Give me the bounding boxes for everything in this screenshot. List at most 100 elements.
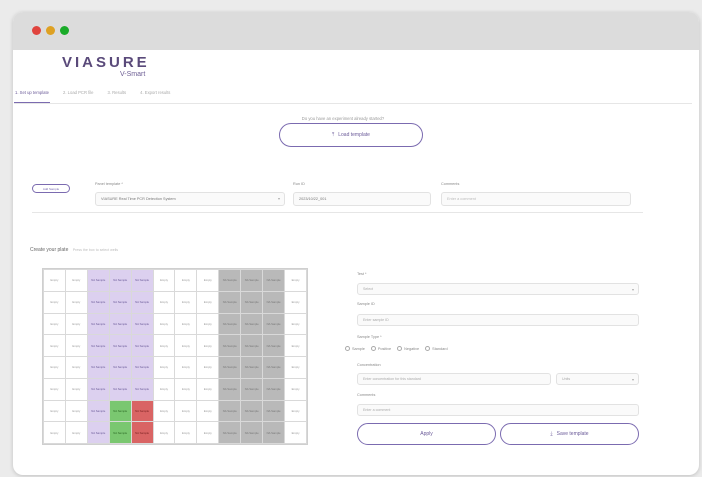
plate-well[interactable]: NA Sample — [219, 400, 241, 422]
plate-well[interactable]: NA Sample — [87, 270, 109, 291]
plate-well[interactable]: Empty — [44, 291, 65, 313]
plate-well[interactable]: NA Sample — [263, 291, 285, 313]
plate-well[interactable]: NA Sample — [87, 291, 109, 313]
right-comments-field[interactable]: Enter a comment — [357, 404, 639, 416]
plate-well[interactable]: NA Sample — [219, 335, 241, 356]
plate-well[interactable]: NA Sample — [241, 378, 263, 400]
plate-well[interactable]: NA Sample — [263, 422, 285, 443]
plate-well[interactable]: NA Sample — [263, 357, 285, 378]
plate-well[interactable]: NA Sample — [131, 422, 153, 443]
plate-well[interactable]: Empty — [153, 357, 175, 378]
plate-well[interactable]: Empty — [153, 313, 175, 335]
plate-well[interactable]: Empty — [175, 313, 197, 335]
plate-well[interactable]: NA Sample — [241, 291, 263, 313]
load-template-button[interactable]: ⤒ Load template — [279, 123, 423, 147]
plate-well[interactable]: Empty — [197, 378, 219, 400]
plate-well[interactable]: Empty — [65, 335, 87, 356]
concentration-field[interactable]: Enter concentration for this standard — [357, 373, 551, 385]
plate-well[interactable]: Empty — [197, 422, 219, 443]
plate-well[interactable]: NA Sample — [109, 378, 131, 400]
plate-well[interactable]: NA Sample — [109, 313, 131, 335]
plate-well[interactable]: Empty — [153, 422, 175, 443]
plate-well[interactable]: Empty — [44, 270, 65, 291]
plate-well[interactable]: Empty — [153, 378, 175, 400]
plate-well[interactable]: Empty — [175, 270, 197, 291]
plate-well[interactable]: Empty — [153, 335, 175, 356]
radio-positive[interactable]: Positive — [370, 346, 391, 351]
plate-well[interactable]: NA Sample — [263, 378, 285, 400]
plate-well[interactable]: NA Sample — [87, 378, 109, 400]
plate-well[interactable]: NA Sample — [219, 313, 241, 335]
plate-well[interactable]: NA Sample — [241, 400, 263, 422]
plate-well[interactable]: NA Sample — [131, 400, 153, 422]
plate-well[interactable]: Empty — [175, 291, 197, 313]
plate-well[interactable]: NA Sample — [241, 422, 263, 443]
plate-well[interactable]: Empty — [153, 291, 175, 313]
plate-well[interactable]: NA Sample — [87, 313, 109, 335]
plate-well[interactable]: NA Sample — [109, 400, 131, 422]
plate-well[interactable]: NA Sample — [109, 422, 131, 443]
plate-well[interactable]: NA Sample — [87, 357, 109, 378]
plate-well[interactable]: Empty — [65, 357, 87, 378]
plate-well[interactable]: NA Sample — [87, 335, 109, 356]
plate-well[interactable]: Empty — [175, 378, 197, 400]
plate-well[interactable]: NA Sample — [241, 313, 263, 335]
plate-well[interactable]: Empty — [285, 291, 306, 313]
plate-well[interactable]: Empty — [65, 378, 87, 400]
plate-well[interactable]: Empty — [285, 270, 306, 291]
plate-well[interactable]: NA Sample — [263, 400, 285, 422]
plate-well[interactable]: NA Sample — [263, 270, 285, 291]
tab-setup[interactable]: 1. Set up template — [14, 88, 50, 103]
plate-well[interactable]: Empty — [285, 313, 306, 335]
plate-well[interactable]: NA Sample — [219, 378, 241, 400]
test-select[interactable]: Select ▾ — [357, 283, 639, 295]
plate-well[interactable]: NA Sample — [131, 378, 153, 400]
plate-well[interactable]: Empty — [175, 422, 197, 443]
plate-well[interactable]: NA Sample — [109, 335, 131, 356]
plate-well[interactable]: NA Sample — [263, 313, 285, 335]
tab-export[interactable]: 4. Export results — [139, 88, 171, 103]
sample-id-field[interactable]: Enter sample ID — [357, 314, 639, 326]
panel-template-select[interactable]: VIASURE Real Time PCR Detection System ▾ — [95, 192, 285, 206]
plate-well[interactable]: Empty — [285, 378, 306, 400]
plate-well[interactable]: NA Sample — [219, 270, 241, 291]
plate-well[interactable]: Empty — [65, 291, 87, 313]
plate-well[interactable]: NA Sample — [219, 291, 241, 313]
maximize-window-button[interactable] — [60, 26, 69, 35]
plate-well[interactable]: NA Sample — [131, 270, 153, 291]
plate-well[interactable]: Empty — [285, 335, 306, 356]
plate-well[interactable]: NA Sample — [87, 400, 109, 422]
apply-button[interactable]: Apply — [357, 423, 496, 445]
plate-well[interactable]: NA Sample — [131, 313, 153, 335]
comments-field[interactable]: Enter a comment — [441, 192, 631, 206]
plate-well[interactable]: NA Sample — [219, 357, 241, 378]
radio-standard[interactable]: Standard — [425, 346, 448, 351]
plate-well[interactable]: NA Sample — [109, 357, 131, 378]
plate-well[interactable]: NA Sample — [241, 270, 263, 291]
plate-well[interactable]: Empty — [153, 400, 175, 422]
plate-well[interactable]: Empty — [65, 400, 87, 422]
plate-well[interactable]: NA Sample — [131, 335, 153, 356]
radio-sample[interactable]: Sample — [345, 346, 365, 351]
plate-well[interactable]: NA Sample — [109, 270, 131, 291]
plate-well[interactable]: Empty — [175, 335, 197, 356]
plate-well[interactable]: NA Sample — [87, 422, 109, 443]
plate-well[interactable]: Empty — [44, 378, 65, 400]
plate-well[interactable]: Empty — [197, 400, 219, 422]
plate-well[interactable]: NA Sample — [241, 357, 263, 378]
plate-well[interactable]: Empty — [197, 357, 219, 378]
plate-well[interactable]: NA Sample — [131, 291, 153, 313]
plate-well[interactable]: Empty — [44, 422, 65, 443]
add-sample-button[interactable]: Add Sample — [32, 184, 70, 193]
tab-results[interactable]: 3. Results — [107, 88, 128, 103]
plate-well[interactable]: Empty — [65, 422, 87, 443]
plate-well[interactable]: Empty — [44, 357, 65, 378]
plate-well[interactable]: Empty — [197, 313, 219, 335]
plate-well[interactable]: Empty — [285, 422, 306, 443]
plate-well[interactable]: Empty — [65, 313, 87, 335]
plate-well[interactable]: NA Sample — [263, 335, 285, 356]
plate-well[interactable]: Empty — [153, 270, 175, 291]
save-template-button[interactable]: ⤓ Save template — [500, 423, 639, 445]
plate-well[interactable]: Empty — [44, 335, 65, 356]
plate-well[interactable]: Empty — [175, 357, 197, 378]
